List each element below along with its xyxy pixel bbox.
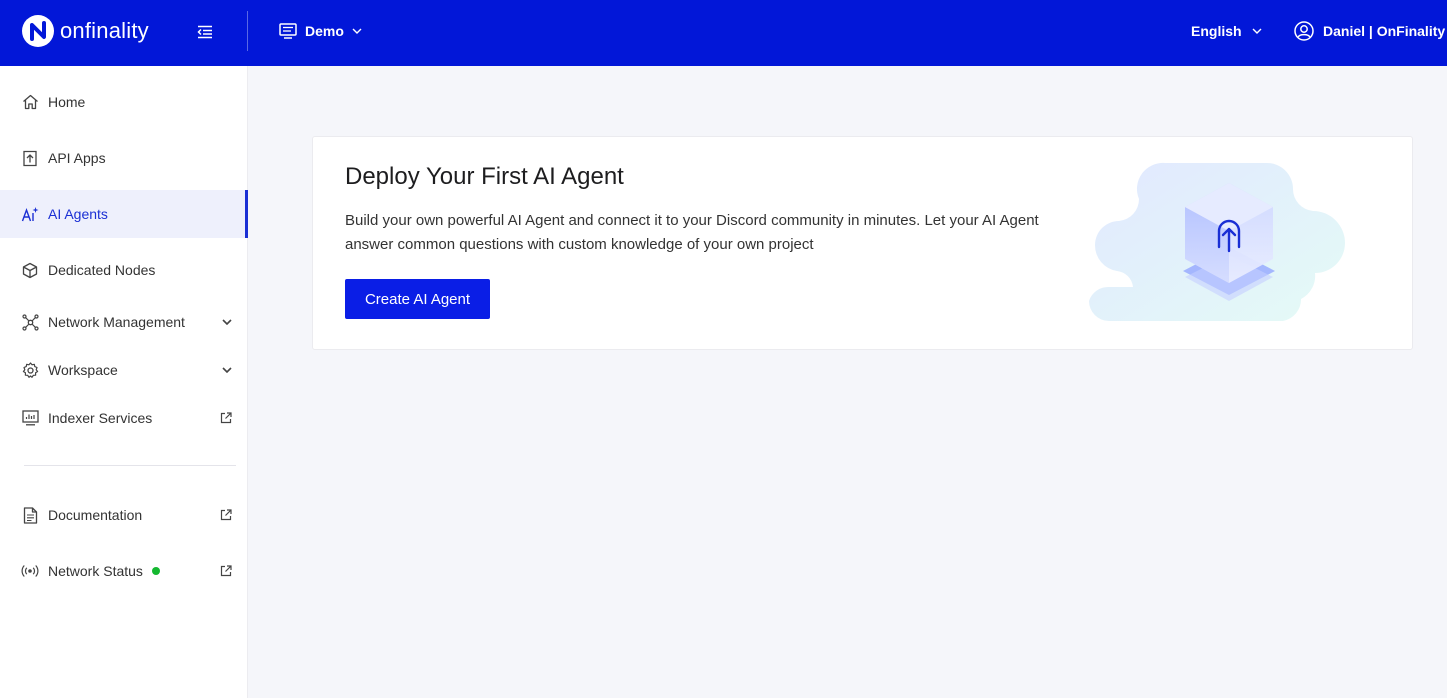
sidebar-item-api-apps[interactable]: API Apps xyxy=(0,134,248,182)
sidebar-item-label: AI Agents xyxy=(48,206,108,222)
project-name: Demo xyxy=(305,23,344,39)
external-link-icon xyxy=(220,412,232,424)
chevron-down-icon xyxy=(222,319,232,325)
sidebar-item-label: Documentation xyxy=(48,507,143,523)
brand-logo[interactable]: onfinality xyxy=(22,14,149,48)
chevron-down-icon xyxy=(222,367,232,373)
sidebar-item-network-management[interactable]: Network Management xyxy=(0,298,248,346)
sidebar-item-label: Workspace xyxy=(48,362,118,378)
sidebar-item-documentation[interactable]: Documentation xyxy=(0,491,248,539)
sidebar-item-home[interactable]: Home xyxy=(0,78,248,126)
ai-agent-illustration xyxy=(1087,155,1377,325)
document-icon xyxy=(21,506,39,524)
sidebar-item-label: API Apps xyxy=(48,150,106,166)
sidebar: Home API Apps AI Agents Dedicated Nodes … xyxy=(0,66,248,698)
collapse-menu-button[interactable] xyxy=(192,20,218,44)
page-title: Deploy Your First AI Agent xyxy=(345,163,624,190)
external-link-icon xyxy=(220,565,232,577)
project-list-icon xyxy=(279,23,297,39)
sidebar-item-label: Network Management xyxy=(48,314,185,330)
brand-name: onfinality xyxy=(60,18,149,43)
deploy-cube-icon xyxy=(1089,162,1345,321)
home-icon xyxy=(21,93,39,111)
sidebar-item-dedicated-nodes[interactable]: Dedicated Nodes xyxy=(0,246,248,294)
create-ai-agent-button[interactable]: Create AI Agent xyxy=(345,279,490,319)
menu-fold-icon xyxy=(197,25,212,39)
user-menu[interactable]: Daniel | OnFinality xyxy=(1294,19,1445,43)
user-name: Daniel | OnFinality xyxy=(1323,23,1446,39)
sidebar-item-indexer-services[interactable]: Indexer Services xyxy=(0,394,248,442)
chevron-down-icon xyxy=(352,28,362,34)
sidebar-item-workspace[interactable]: Workspace xyxy=(0,346,248,394)
monitor-icon xyxy=(21,409,39,427)
external-link-icon xyxy=(220,509,232,521)
card-description: Build your own powerful AI Agent and con… xyxy=(345,212,1039,253)
sidebar-divider xyxy=(24,465,236,466)
sidebar-item-label: Network Status xyxy=(48,563,143,579)
sidebar-item-label: Indexer Services xyxy=(48,410,153,426)
sidebar-item-label: Home xyxy=(48,94,86,110)
cube-icon xyxy=(21,261,39,279)
top-bar: onfinality Demo English Daniel | OnFinal… xyxy=(0,0,1447,66)
sidebar-item-network-status[interactable]: Network Status xyxy=(0,547,248,595)
network-icon xyxy=(21,313,39,331)
broadcast-icon xyxy=(21,562,39,580)
ai-sparkle-icon xyxy=(21,205,39,223)
sidebar-item-ai-agents[interactable]: AI Agents xyxy=(0,190,248,238)
language-selector[interactable]: English xyxy=(1191,19,1262,43)
sidebar-item-label: Dedicated Nodes xyxy=(48,262,156,278)
gear-icon xyxy=(21,361,39,379)
onfinality-logo-icon xyxy=(22,15,54,47)
language-label: English xyxy=(1191,23,1242,39)
chevron-down-icon xyxy=(1252,28,1262,34)
empty-state-card: Deploy Your First AI Agent Build your ow… xyxy=(312,136,1413,350)
status-online-indicator xyxy=(151,567,160,575)
api-upload-icon xyxy=(21,149,39,167)
header-divider xyxy=(247,11,248,51)
project-selector[interactable]: Demo xyxy=(279,19,362,43)
user-avatar-icon xyxy=(1294,21,1314,41)
